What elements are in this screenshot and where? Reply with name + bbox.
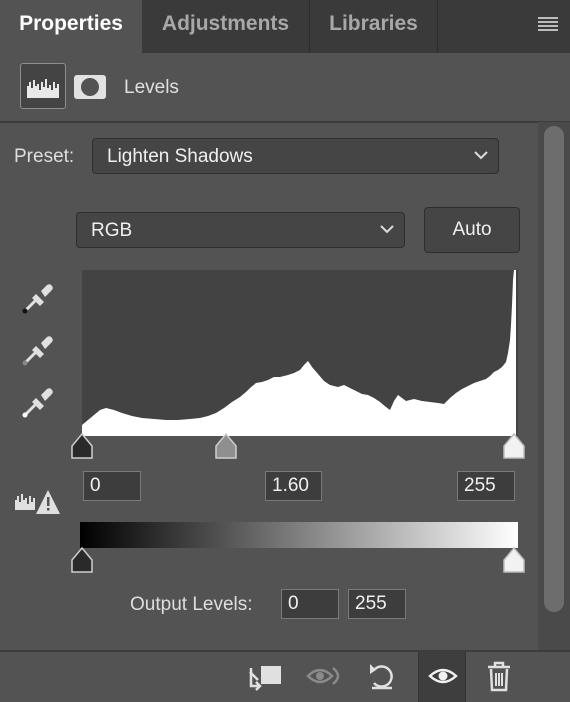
output-gradient [80, 522, 518, 548]
black-output-slider[interactable] [70, 546, 94, 574]
mask-icon[interactable] [74, 75, 106, 99]
delete-icon[interactable] [485, 660, 513, 692]
channel-value: RGB [91, 220, 133, 241]
reset-icon[interactable] [366, 660, 398, 692]
clip-to-layer-icon[interactable] [247, 660, 285, 692]
scrollbar-thumb[interactable] [544, 126, 564, 612]
black-point-eyedropper-icon[interactable] [20, 282, 56, 316]
tab-adjustments[interactable]: Adjustments [142, 0, 310, 53]
tab-properties[interactable]: Properties [0, 0, 142, 53]
adjustment-title: Levels [124, 77, 179, 98]
output-max-field[interactable]: 255 [348, 589, 406, 619]
white-point-eyedropper-icon[interactable] [20, 386, 56, 420]
gray-point-eyedropper-icon[interactable] [20, 334, 56, 368]
tab-libraries[interactable]: Libraries [310, 0, 438, 53]
input-white-field[interactable]: 255 [457, 471, 515, 501]
white-output-slider[interactable] [502, 546, 526, 574]
properties-header: Levels [0, 53, 570, 123]
input-black-field[interactable]: 0 [83, 471, 141, 501]
hamburger-menu-icon[interactable] [538, 17, 558, 31]
channel-dropdown[interactable]: RGB [76, 212, 405, 248]
chevron-down-icon [474, 151, 488, 160]
gamma-input-slider[interactable] [214, 432, 238, 460]
preset-value: Lighten Shadows [107, 146, 253, 167]
properties-panel: Properties Adjustments Libraries Levels … [0, 0, 570, 702]
eye-icon [428, 668, 458, 684]
histogram-icon[interactable] [20, 63, 66, 109]
chevron-down-icon [380, 225, 394, 234]
histogram [82, 270, 518, 436]
toggle-visibility-button[interactable] [418, 652, 466, 702]
tab-bar: Properties Adjustments Libraries [0, 0, 570, 53]
output-levels-label: Output Levels: [130, 594, 253, 615]
input-gamma-field[interactable]: 1.60 [265, 471, 322, 501]
preset-label: Preset: [14, 146, 75, 167]
histogram-warning-icon[interactable] [14, 486, 62, 516]
output-min-field[interactable]: 0 [281, 589, 339, 619]
auto-button[interactable]: Auto [424, 207, 520, 253]
black-input-slider[interactable] [70, 432, 94, 460]
white-input-slider[interactable] [502, 432, 526, 460]
view-previous-state-icon[interactable] [305, 660, 345, 692]
preset-dropdown[interactable]: Lighten Shadows [92, 138, 499, 174]
